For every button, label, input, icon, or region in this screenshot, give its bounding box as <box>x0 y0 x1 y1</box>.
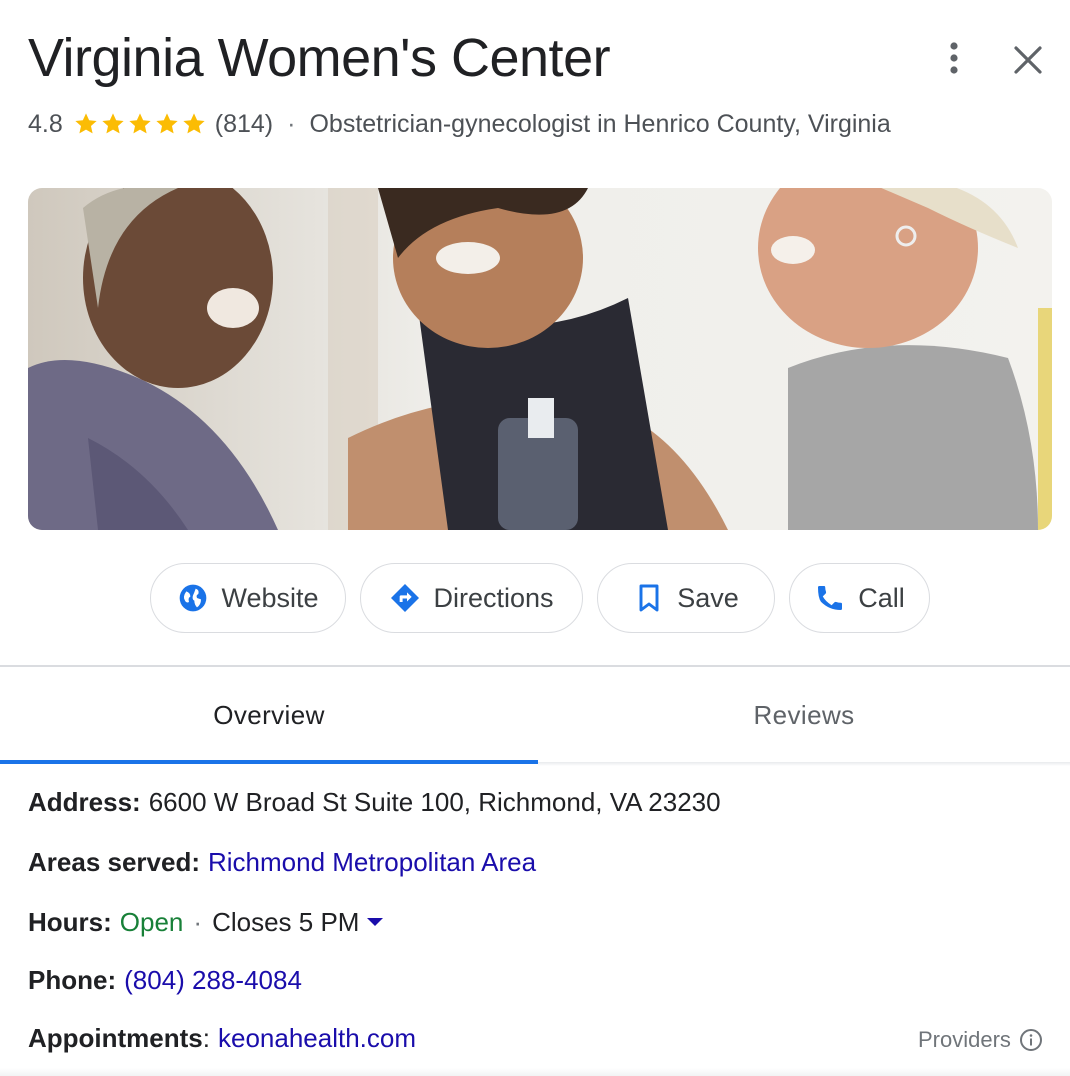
appointments-link[interactable]: keonahealth.com <box>218 1020 416 1056</box>
star-icon <box>75 113 97 134</box>
directions-label: Directions <box>433 582 554 613</box>
star-icon <box>102 113 124 134</box>
phone-row: Phone: (804) 288-4084 <box>28 962 302 998</box>
appointments-colon: : <box>202 1023 210 1053</box>
areas-served-row: Areas served: Richmond Metropolitan Area <box>28 844 536 880</box>
hours-separator: · <box>193 907 203 937</box>
phone-label: Phone: <box>28 965 117 995</box>
address-label: Address: <box>28 787 141 817</box>
phone-link[interactable]: (804) 288-4084 <box>124 962 302 998</box>
tab-reviews[interactable]: Reviews <box>538 667 1070 763</box>
directions-button[interactable]: Directions <box>360 563 583 633</box>
areas-served-link[interactable]: Richmond Metropolitan Area <box>208 844 536 880</box>
rating-value: 4.8 <box>28 109 63 138</box>
providers-label: Providers <box>918 1027 1011 1052</box>
tab-overview[interactable]: Overview <box>0 667 538 763</box>
star-icon <box>183 113 205 134</box>
place-title: Virginia Women's Center <box>28 28 611 88</box>
tab-bar: Overview Reviews <box>0 667 1070 765</box>
more-options-button[interactable] <box>934 38 974 78</box>
website-label: Website <box>221 582 319 613</box>
active-tab-indicator <box>0 760 538 764</box>
bookmark-icon <box>639 584 659 612</box>
hours-status: Open <box>119 907 184 937</box>
action-buttons: Website Directions Save Call <box>0 563 1070 635</box>
hours-label: Hours: <box>28 907 112 937</box>
globe-icon <box>180 584 207 612</box>
close-button[interactable] <box>1006 38 1050 82</box>
save-label: Save <box>677 582 739 613</box>
bottom-edge <box>0 1068 1070 1076</box>
call-button[interactable]: Call <box>789 563 930 633</box>
address-row: Address: 6600 W Broad St Suite 100, Rich… <box>28 784 721 820</box>
rating-row: 4.8 (814) · Obstetrician-gynecologist in… <box>28 106 891 142</box>
phone-icon <box>818 586 843 610</box>
appointments-row: Appointments : keonahealth.com <box>28 1020 416 1056</box>
hours-row: Hours: Open · Closes 5 PM <box>28 904 384 940</box>
place-photo[interactable] <box>28 188 1052 530</box>
more-vert-icon <box>950 42 958 74</box>
hours-close-time[interactable]: Closes 5 PM <box>212 904 359 940</box>
hours-dropdown-icon[interactable] <box>367 918 384 926</box>
call-label: Call <box>858 582 905 613</box>
areas-served-label: Areas served: <box>28 847 200 877</box>
star-icon <box>156 113 178 134</box>
save-button[interactable]: Save <box>597 563 775 633</box>
address-value: 6600 W Broad St Suite 100, Richmond, VA … <box>148 787 721 817</box>
appointments-label: Appointments <box>28 1023 203 1053</box>
info-icon <box>1019 1029 1042 1051</box>
review-count-link[interactable]: (814) <box>215 110 273 139</box>
rating-stars <box>73 111 207 137</box>
providers-info[interactable]: Providers <box>918 1024 1043 1056</box>
close-icon <box>1014 46 1042 74</box>
directions-icon <box>391 584 420 612</box>
tab-shadow <box>538 762 1070 766</box>
website-button[interactable]: Website <box>150 563 346 633</box>
star-icon <box>129 113 151 134</box>
separator-dot: · <box>287 109 296 138</box>
place-category: Obstetrician-gynecologist in Henrico Cou… <box>309 109 891 138</box>
